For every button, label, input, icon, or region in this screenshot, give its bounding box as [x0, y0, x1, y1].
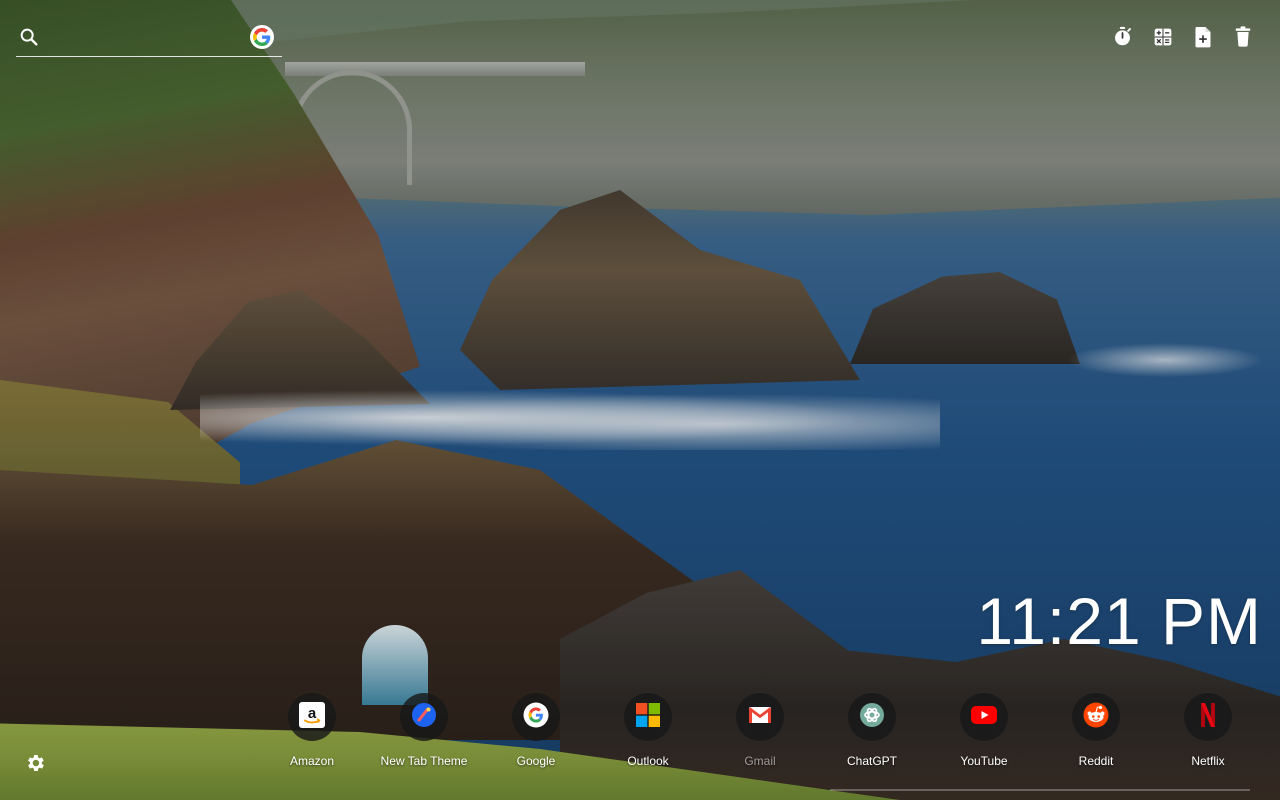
search-icon[interactable]: [18, 26, 40, 48]
clock: 11:21 PM: [976, 584, 1262, 658]
svg-text:a: a: [308, 705, 317, 722]
shortcut-bubble[interactable]: [960, 693, 1008, 741]
shortcut-bubble[interactable]: a: [288, 693, 336, 741]
netflix-icon: [1200, 702, 1216, 733]
shortcut-bar: a Amazon New Tab Theme Google Outlook Gm…: [256, 693, 1264, 768]
shortcut-label: Netflix: [1191, 754, 1225, 768]
shortcut-label: Google: [516, 754, 556, 768]
gmail-icon: [748, 705, 772, 730]
shortcut-amazon[interactable]: a Amazon: [256, 693, 368, 768]
shortcut-reddit[interactable]: Reddit: [1040, 693, 1152, 768]
shortcut-label: YouTube: [960, 754, 1008, 768]
search-bar[interactable]: [16, 22, 282, 57]
shortcut-label: Amazon: [289, 754, 335, 768]
shortcut-outlook[interactable]: Outlook: [592, 693, 704, 768]
gear-icon[interactable]: [24, 752, 48, 776]
note-add-icon[interactable]: [1191, 25, 1214, 48]
microsoft-icon: [636, 702, 660, 732]
shortcut-bubble[interactable]: [624, 693, 672, 741]
shortcut-bubble[interactable]: [512, 693, 560, 741]
shortcut-label: ChatGPT: [846, 754, 897, 768]
shortcut-youtube[interactable]: YouTube: [928, 693, 1040, 768]
shortcut-bubble[interactable]: [848, 693, 896, 741]
shortcut-bubble[interactable]: [736, 693, 784, 741]
shortcut-netflix[interactable]: Netflix: [1152, 693, 1264, 768]
watermark-line: [830, 789, 1250, 791]
toolbar: [1111, 25, 1254, 48]
shortcut-label: New Tab Theme: [380, 754, 468, 768]
shortcut-google[interactable]: Google: [480, 693, 592, 768]
new-tab-theme-icon: [411, 702, 437, 733]
shortcut-chatgpt[interactable]: ChatGPT: [816, 693, 928, 768]
shortcut-gmail[interactable]: Gmail: [704, 693, 816, 768]
shortcut-label: Gmail: [744, 754, 776, 768]
amazon-icon: a: [299, 701, 325, 733]
shortcut-bubble[interactable]: [1184, 693, 1232, 741]
shortcut-bubble[interactable]: [1072, 693, 1120, 741]
google-icon: [523, 702, 549, 733]
calculator-icon[interactable]: [1151, 25, 1174, 48]
shortcut-label: Reddit: [1078, 754, 1114, 768]
watermark: [830, 782, 1250, 798]
background-image: [0, 0, 1280, 800]
shortcut-new-tab-theme[interactable]: New Tab Theme: [368, 693, 480, 768]
youtube-icon: [971, 705, 997, 729]
reddit-icon: [1083, 702, 1109, 733]
shortcut-label: Outlook: [627, 754, 669, 768]
search-input[interactable]: [46, 26, 250, 52]
chatgpt-icon: [859, 702, 885, 733]
google-icon[interactable]: [250, 25, 274, 49]
stopwatch-icon[interactable]: [1111, 25, 1134, 48]
shortcut-bubble[interactable]: [400, 693, 448, 741]
trash-icon[interactable]: [1231, 25, 1254, 48]
background-shade: [0, 0, 1280, 800]
